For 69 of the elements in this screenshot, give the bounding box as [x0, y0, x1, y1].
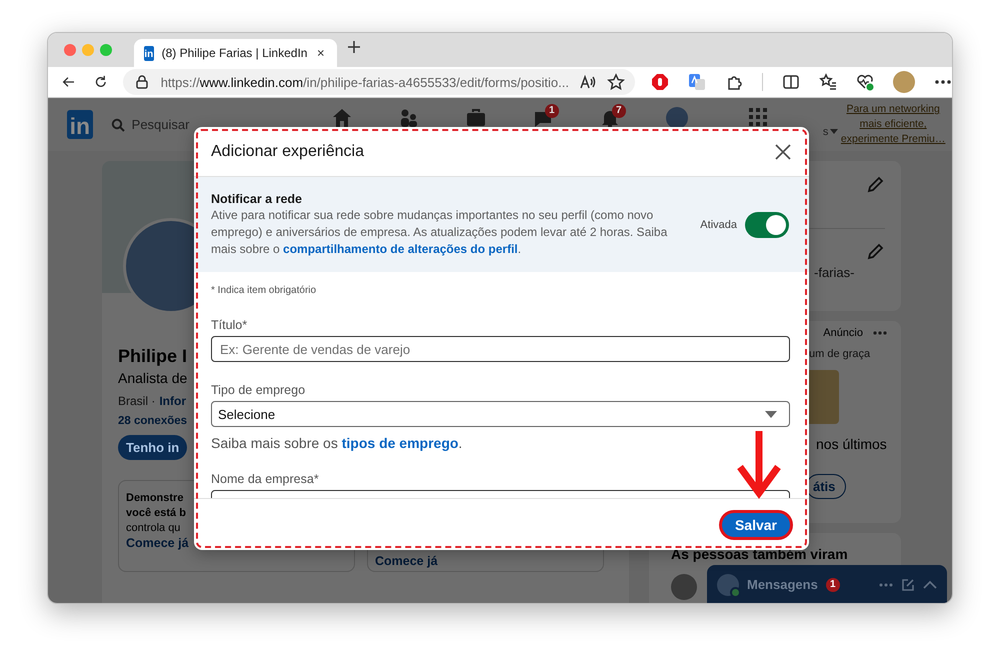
star-icon[interactable]: [607, 73, 625, 91]
promo-text: controla qu: [126, 521, 180, 536]
messaging-bar[interactable]: Mensagens 1: [707, 565, 947, 603]
field-label: Tipo de emprego: [211, 383, 306, 397]
search-field[interactable]: Pesquisar: [132, 117, 190, 132]
promo-text: você está b: [126, 506, 186, 521]
favorites-icon[interactable]: [819, 73, 837, 91]
nav-label[interactable]: s: [822, 126, 828, 138]
read-aloud-icon[interactable]: [579, 73, 597, 91]
toggle-switch[interactable]: [745, 212, 789, 238]
browser-tab[interactable]: in (8) Philipe Farias | LinkedIn: [134, 39, 337, 67]
caret-icon: [765, 410, 777, 418]
profile-name: Philipe I: [118, 345, 188, 368]
url-text: https://www.linkedin.com/in/philipe-farias-a4655533/edit/forms/positio...: [160, 74, 569, 90]
dropdown-field[interactable]: Selecione: [211, 401, 790, 427]
promo-text: Demonstre: [126, 491, 184, 506]
caret-icon: [830, 129, 838, 135]
connections-link[interactable]: 28 conexões: [118, 415, 188, 427]
search-icon: [110, 118, 125, 132]
save-button[interactable]: Salvar: [722, 512, 790, 536]
tab-title: (8) Philipe Farias | LinkedIn: [162, 46, 308, 60]
profile-url-text: -farias-: [814, 265, 854, 280]
home-icon[interactable]: [330, 107, 353, 129]
pencil-icon[interactable]: [865, 175, 885, 195]
profile-avatar[interactable]: [666, 107, 688, 129]
split-screen-icon[interactable]: [782, 73, 800, 91]
ad-text: nos últimos: [816, 436, 887, 452]
premium-link[interactable]: Para um networking mais eficiente, experimente Premiu…: [838, 102, 948, 147]
text-field[interactable]: Ex: Gerente de vendas de varejo: [211, 336, 790, 362]
start-link[interactable]: Comece já: [375, 554, 438, 569]
help-text: Saiba mais sobre os tipos de emprego.: [211, 435, 464, 451]
employment-types-link[interactable]: tipos de emprego: [342, 435, 458, 451]
notification-badge: 1: [544, 104, 559, 118]
profile-headline: Analista de: [118, 369, 188, 387]
logo[interactable]: in: [67, 110, 93, 139]
profile-location: Brasil ·: [118, 394, 156, 408]
notification-badge: 7: [612, 104, 626, 118]
field-label: Nome da empresa*: [211, 472, 320, 486]
profile-sharing-link[interactable]: compartilhamento de alterações do perfil: [283, 242, 518, 256]
pencil-icon[interactable]: [865, 242, 885, 262]
briefcase-icon[interactable]: [464, 107, 487, 129]
toggle-label: Ativada: [700, 218, 737, 230]
profile-avatar: [717, 574, 739, 596]
notify-title: Notificar a rede: [211, 192, 304, 206]
required-note: * Indica item obrigatório: [211, 285, 318, 296]
ad-text: um de graça: [809, 348, 872, 360]
compose-icon[interactable]: [901, 578, 915, 592]
start-link[interactable]: Comece já: [126, 536, 189, 551]
messaging-label: Mensagens: [747, 577, 818, 592]
plus-icon[interactable]: [345, 38, 363, 56]
translate-icon[interactable]: [688, 73, 706, 91]
dialog-title: Adicionar experiência: [211, 142, 364, 160]
ad-label: Anúncio: [823, 327, 863, 339]
grid-icon[interactable]: [748, 107, 768, 127]
contact-info-link[interactable]: Infor: [159, 394, 186, 408]
section-heading: As pessoas também viram: [671, 546, 848, 562]
heart-pulse-icon[interactable]: [856, 73, 874, 91]
notify-description: Ative para notificar sua rede sobre mudanças importantes no seu perfil (como novo emprego) e aniversários de empresa. As atualizações podem levar até 2 horas. Saiba mais sobre o compartilhamento de alterações do perfil.: [211, 206, 668, 258]
annotation-arrow: [736, 431, 782, 499]
address-bar[interactable]: https://www.linkedin.com/in/philipe-farias-a4655533/edit/forms/positio...: [122, 69, 635, 95]
field-label: Título*: [211, 318, 248, 332]
ad-image: [809, 370, 839, 424]
favicon: in: [144, 46, 154, 60]
person-avatar: [671, 574, 697, 600]
open-to-button[interactable]: Tenho in: [118, 435, 188, 460]
notification-badge: 1: [826, 578, 840, 592]
close-icon[interactable]: [774, 142, 792, 160]
stop-sign-icon[interactable]: [651, 73, 669, 91]
chevron-up-icon[interactable]: [923, 580, 937, 590]
